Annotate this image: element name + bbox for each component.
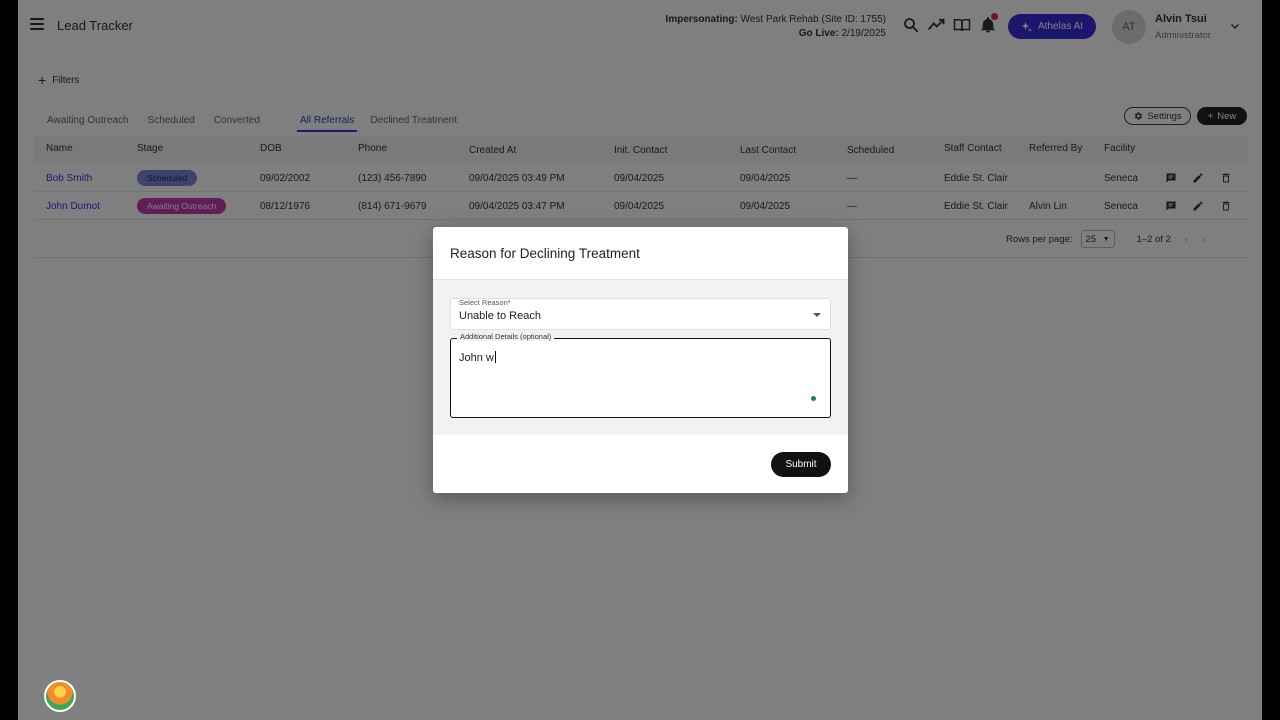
dialog-body: Select Reason* Unable to Reach Additiona… bbox=[433, 279, 848, 435]
dialog-title: Reason for Declining Treatment bbox=[450, 246, 640, 261]
caret-down-icon bbox=[813, 313, 821, 317]
additional-details-value: John w bbox=[459, 352, 494, 364]
app-window: Lead Tracker Impersonating: West Park Re… bbox=[18, 0, 1262, 720]
reason-select-value: Unable to Reach bbox=[459, 310, 541, 322]
status-dot-icon bbox=[811, 396, 816, 401]
text-cursor bbox=[494, 351, 496, 363]
submit-button[interactable]: Submit bbox=[771, 452, 831, 477]
assistant-logo-icon[interactable] bbox=[44, 680, 76, 712]
reason-select-label: Select Reason* bbox=[459, 298, 511, 307]
reason-select[interactable]: Select Reason* Unable to Reach bbox=[450, 298, 831, 330]
additional-details-label: Additional Details (optional) bbox=[457, 332, 555, 341]
additional-details-textarea[interactable]: Additional Details (optional) John w bbox=[450, 332, 831, 418]
decline-reason-dialog: Reason for Declining Treatment Select Re… bbox=[433, 227, 848, 493]
